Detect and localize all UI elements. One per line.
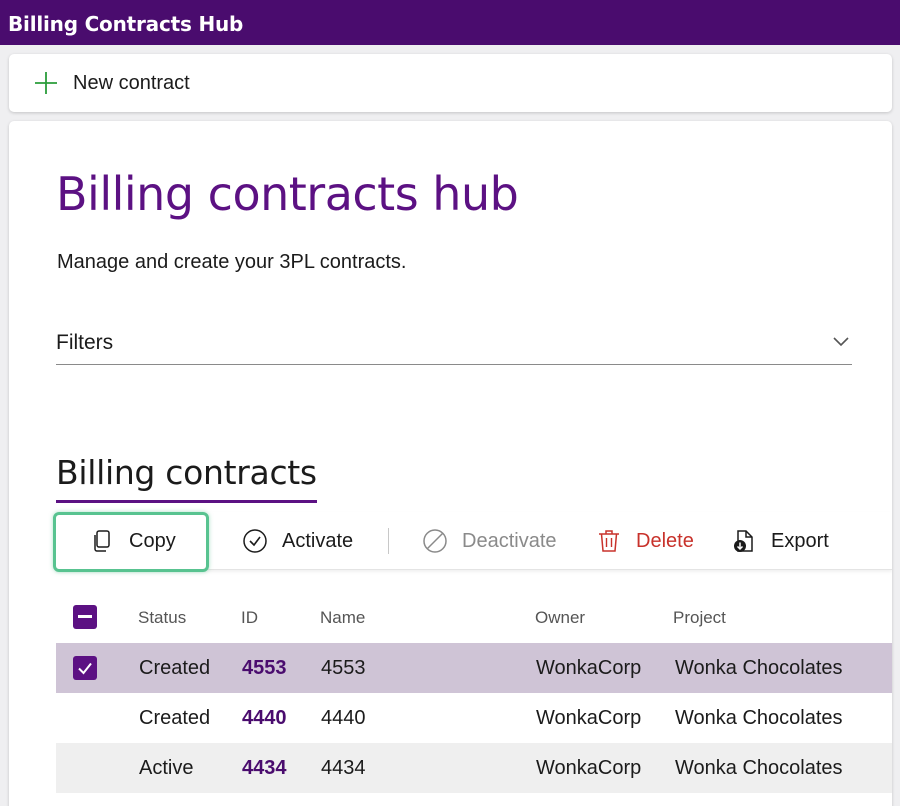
column-header-owner[interactable]: Owner (535, 608, 585, 628)
indeterminate-icon (78, 615, 92, 618)
deactivate-button[interactable]: Deactivate (422, 512, 557, 570)
export-label: Export (771, 529, 829, 552)
trash-icon (599, 530, 619, 552)
check-circle-icon (243, 529, 267, 553)
action-toolbar: Copy Activate Deactivate Delete Export (53, 512, 892, 572)
row-checkbox[interactable] (73, 656, 97, 680)
app-title-bar: Billing Contracts Hub (0, 0, 900, 45)
new-contract-label: New contract (73, 71, 190, 94)
column-header-status[interactable]: Status (138, 608, 186, 628)
cell-name: 4440 (321, 707, 366, 729)
cell-status: Active (139, 757, 194, 779)
cell-status: Created (139, 657, 211, 679)
page-subtitle: Manage and create your 3PL contracts. (57, 251, 407, 273)
delete-button[interactable]: Delete (596, 512, 694, 570)
table-row[interactable]: Created 4440 4440 WonkaCorp Wonka Chocol… (56, 693, 892, 743)
activate-button[interactable]: Activate (242, 512, 353, 570)
column-header-project[interactable]: Project (673, 608, 726, 628)
checkmark-icon (78, 662, 92, 675)
cell-project: Wonka Chocolates (675, 757, 843, 779)
activate-label: Activate (282, 529, 354, 552)
deactivate-label: Deactivate (462, 529, 557, 552)
contracts-table: Status ID Name Owner Project Created 455… (56, 591, 892, 793)
cell-owner: WonkaCorp (536, 657, 642, 679)
filters-label: Filters (56, 331, 114, 354)
cell-id-link[interactable]: 4553 (242, 657, 287, 680)
table-row[interactable]: Created 4553 4553 WonkaCorp Wonka Chocol… (56, 643, 892, 693)
section-title: Billing contracts (56, 453, 317, 503)
export-button[interactable]: Export (731, 512, 829, 570)
cell-id-link[interactable]: 4440 (242, 707, 287, 730)
cell-owner: WonkaCorp (536, 757, 642, 779)
cell-owner: WonkaCorp (536, 707, 642, 729)
copy-button[interactable]: Copy (89, 512, 176, 570)
copy-label: Copy (129, 529, 176, 552)
new-contract-button[interactable]: New contract (33, 66, 190, 100)
delete-label: Delete (636, 529, 694, 552)
app-title: Billing Contracts Hub (8, 12, 244, 36)
page-title: Billing contracts hub (56, 167, 519, 221)
prohibited-icon (423, 529, 447, 553)
table-row[interactable]: Active 4434 4434 WonkaCorp Wonka Chocola… (56, 743, 892, 793)
select-all-checkbox[interactable] (73, 605, 97, 629)
chevron-down-icon (833, 337, 849, 347)
cell-name: 4434 (321, 757, 366, 779)
export-icon (734, 530, 753, 552)
column-header-name[interactable]: Name (320, 608, 365, 628)
toolbar-divider (388, 528, 389, 554)
command-bar: New contract (9, 54, 892, 112)
filters-expander[interactable]: Filters (56, 317, 852, 365)
table-header: Status ID Name Owner Project (56, 591, 892, 643)
cell-id-link[interactable]: 4434 (242, 757, 287, 780)
copy-icon (94, 530, 110, 552)
main-panel: Billing contracts hub Manage and create … (9, 121, 892, 806)
cell-status: Created (139, 707, 211, 729)
cell-project: Wonka Chocolates (675, 657, 843, 679)
cell-name: 4553 (321, 657, 366, 679)
column-header-id[interactable]: ID (241, 608, 258, 628)
cell-project: Wonka Chocolates (675, 707, 843, 729)
plus-icon (35, 72, 57, 94)
